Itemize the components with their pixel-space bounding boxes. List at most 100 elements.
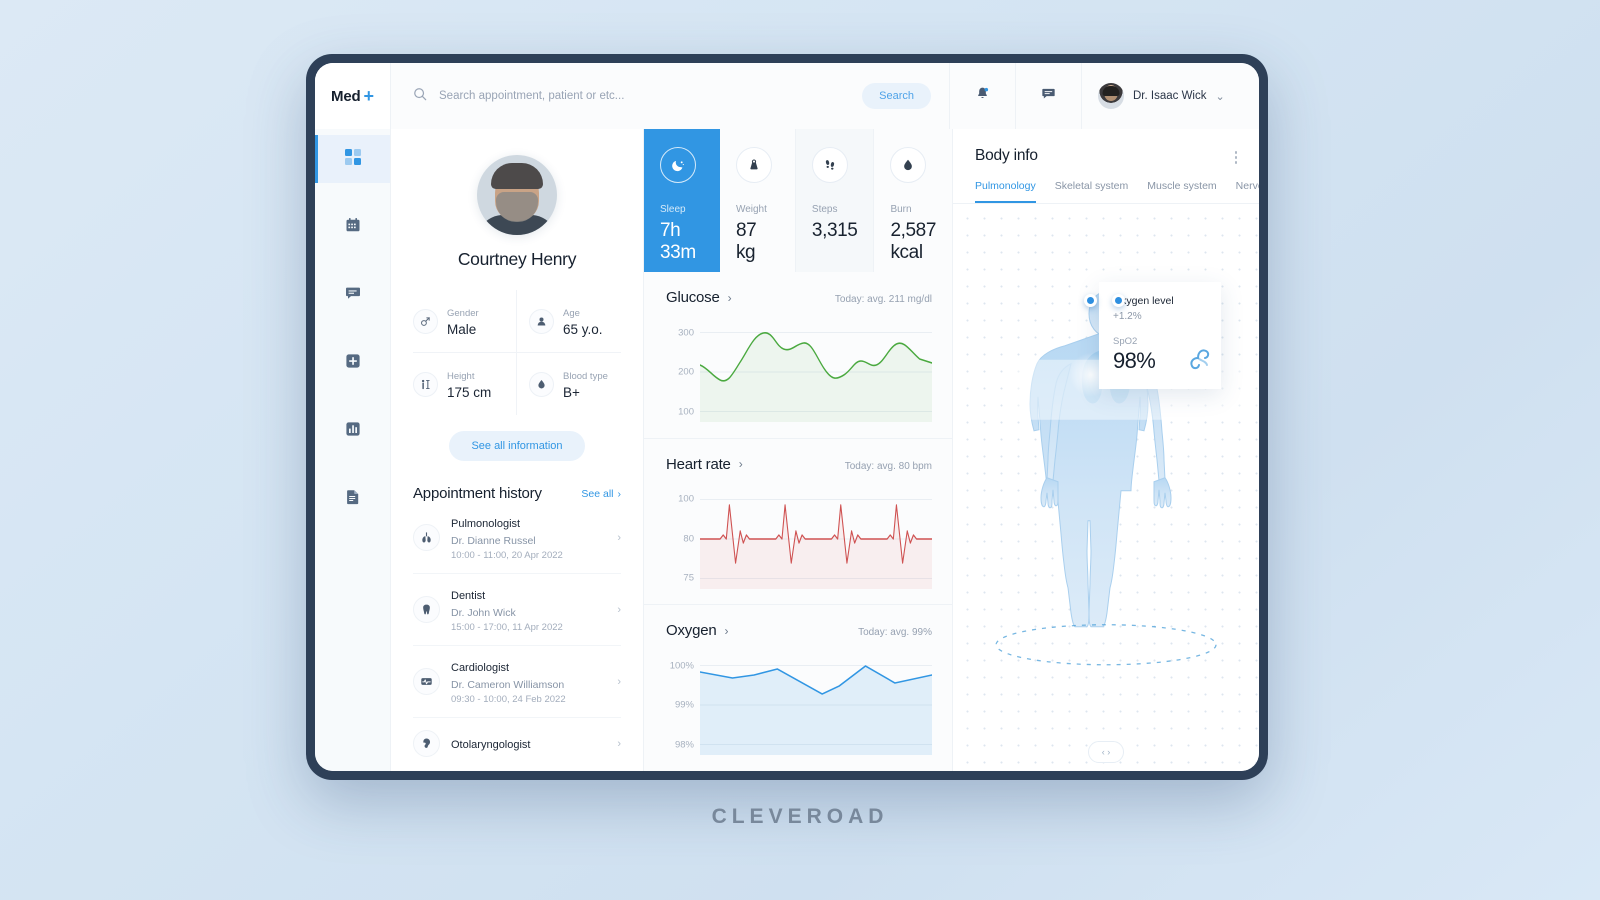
chevron-right-icon: ›	[727, 290, 732, 305]
stat-label: Sleep	[660, 204, 686, 215]
body-model-stage[interactable]: Oxygen level +1.2% SpO2 98% ‹ ›	[953, 203, 1259, 771]
appointment-doctor: Dr. John Wick	[451, 607, 516, 620]
chevron-right-icon: ›	[617, 487, 622, 500]
y-tick: 99%	[674, 699, 694, 711]
sidebar-item-stats[interactable]	[315, 407, 390, 455]
ecg-icon	[413, 668, 440, 696]
kebab-menu-icon[interactable]	[1231, 147, 1242, 168]
y-tick: 98%	[674, 739, 694, 751]
calendar-icon	[345, 217, 361, 238]
chart-title-label: Oxygen	[666, 622, 717, 640]
list-item[interactable]: Cardiologist Dr. Cameron Williamson 09:3…	[413, 646, 621, 719]
hotspot-left-lung[interactable]	[1084, 293, 1097, 307]
cleveroad-brand: CLEVEROAD	[711, 805, 889, 828]
sidebar-item-calendar[interactable]	[315, 203, 390, 251]
device-frame: Med + Search appointment, patient or etc…	[306, 54, 1268, 780]
patient-info-gender: Gender Male	[413, 290, 517, 354]
ear-icon	[413, 730, 440, 758]
sidebar-item-dashboard[interactable]	[315, 135, 390, 183]
tab-skeletal-system[interactable]: Skeletal system	[1055, 180, 1129, 203]
info-label: Age	[563, 308, 580, 319]
chevron-down-icon: ⌄	[1215, 90, 1225, 103]
body-info-header: Body info	[953, 129, 1259, 168]
chart-title-glucose[interactable]: Glucose ›	[666, 289, 732, 306]
patient-panel: Courtney Henry Gender Male Age 65 y.o. H…	[391, 129, 644, 771]
vitals-panel: Sleep 7h 33m Weight 87 kg Steps 3,315 Bu…	[644, 129, 953, 771]
appointment-specialty: Dentist	[451, 590, 486, 603]
logo-plus-icon: +	[363, 86, 374, 106]
search-input[interactable]	[439, 90, 851, 102]
user-menu[interactable]: Dr. Isaac Wick ⌄	[1082, 63, 1259, 129]
chevron-right-icon: ›	[617, 531, 621, 544]
messages-button[interactable]	[1016, 63, 1082, 129]
body-info-panel: Body info Pulmonology Skeletal system Mu…	[953, 129, 1259, 771]
chart-title-oxygen[interactable]: Oxygen ›	[666, 622, 728, 639]
heart-rate-series	[700, 485, 932, 589]
person-icon	[529, 308, 554, 334]
appointment-doctor: Dr. Dianne Russel	[451, 535, 536, 548]
tooltip-title: Oxygen level	[1113, 294, 1174, 307]
stat-label: Steps	[811, 204, 838, 215]
y-tick: 80	[683, 533, 694, 545]
tab-muscle-system[interactable]: Muscle system	[1147, 180, 1216, 203]
info-value: B+	[563, 385, 580, 401]
lungs-icon	[413, 524, 440, 552]
tooth-icon	[413, 596, 440, 624]
list-item[interactable]: Otolaryngologist ›	[413, 718, 621, 769]
search-button[interactable]: Search	[862, 83, 931, 109]
sidebar-item-documents[interactable]	[315, 475, 390, 523]
stat-card-sleep[interactable]: Sleep 7h 33m	[644, 129, 720, 272]
chart-card-heart-rate: Heart rate › Today: avg. 80 bpm 100 80 7…	[644, 437, 952, 605]
glucose-series	[700, 318, 932, 422]
main-content: Courtney Henry Gender Male Age 65 y.o. H…	[315, 129, 1259, 771]
hotspot-right-lung[interactable]	[1112, 293, 1125, 307]
see-all-information-button[interactable]: See all information	[449, 431, 585, 462]
app-logo[interactable]: Med +	[315, 63, 391, 129]
stats-row: Sleep 7h 33m Weight 87 kg Steps 3,315 Bu…	[644, 129, 952, 272]
chart-subtitle-heart-rate: Today: avg. 80 bpm	[844, 460, 932, 472]
notifications-button[interactable]	[950, 63, 1016, 129]
appointment-doctor: Dr. Cameron Williamson	[451, 679, 565, 692]
see-all-appointments-link[interactable]: See all ›	[581, 488, 621, 500]
user-avatar	[1098, 83, 1124, 109]
chart-title-label: Glucose	[666, 289, 720, 306]
stat-card-steps[interactable]: Steps 3,315	[795, 129, 875, 272]
sidebar-item-messages[interactable]	[315, 271, 390, 319]
document-icon	[345, 489, 361, 510]
stat-value: 7h 33m	[660, 220, 696, 263]
patient-info-height: Height 175 cm	[413, 353, 517, 416]
body-info-tabs: Pulmonology Skeletal system Muscle syste…	[953, 168, 1259, 204]
gender-icon	[413, 308, 438, 334]
y-tick: 75	[683, 572, 694, 584]
chevron-right-icon: ›	[617, 675, 621, 688]
chart-plot-area-oxygen: 100% 99% 98%	[666, 651, 932, 756]
stat-card-weight[interactable]: Weight 87 kg	[720, 129, 796, 272]
top-bar: Med + Search appointment, patient or etc…	[315, 63, 1259, 129]
stats-icon	[345, 421, 361, 442]
y-tick: 100	[678, 406, 694, 418]
blood-drop-icon	[529, 371, 554, 397]
page-title: Body info	[975, 147, 1038, 164]
logo-text: Med	[331, 87, 361, 105]
tab-nervous-system[interactable]: Nervous system	[1236, 180, 1259, 203]
info-label: Height	[447, 371, 475, 383]
search-icon	[413, 87, 427, 106]
appointment-specialty: Otolaryngologist	[451, 738, 531, 751]
search-bar: Search	[391, 63, 950, 129]
flame-icon	[890, 147, 927, 183]
sidebar-item-add[interactable]	[315, 339, 390, 387]
stat-label: Weight	[735, 204, 767, 215]
tab-pulmonology[interactable]: Pulmonology	[975, 180, 1036, 203]
chart-title-heart-rate[interactable]: Heart rate ›	[666, 456, 743, 473]
appointment-specialty: Cardiologist	[451, 662, 510, 675]
appointment-time: 15:00 - 17:00, 11 Apr 2022	[451, 622, 563, 634]
list-item[interactable]: Pulmonologist Dr. Dianne Russel 10:00 - …	[413, 502, 621, 575]
list-item[interactable]: Dentist Dr. John Wick 15:00 - 17:00, 11 …	[413, 574, 621, 647]
rotate-model-control[interactable]: ‹ ›	[1088, 741, 1124, 763]
user-name: Dr. Isaac Wick	[1133, 90, 1207, 102]
stat-card-burn[interactable]: Burn 2,587 kcal	[874, 129, 952, 272]
chart-plot-area-glucose: 300 200 100	[666, 318, 932, 422]
chevron-right-icon: ›	[738, 457, 743, 472]
chevron-right-icon: ›	[617, 737, 621, 750]
appointment-time: 10:00 - 11:00, 20 Apr 2022	[451, 550, 563, 562]
